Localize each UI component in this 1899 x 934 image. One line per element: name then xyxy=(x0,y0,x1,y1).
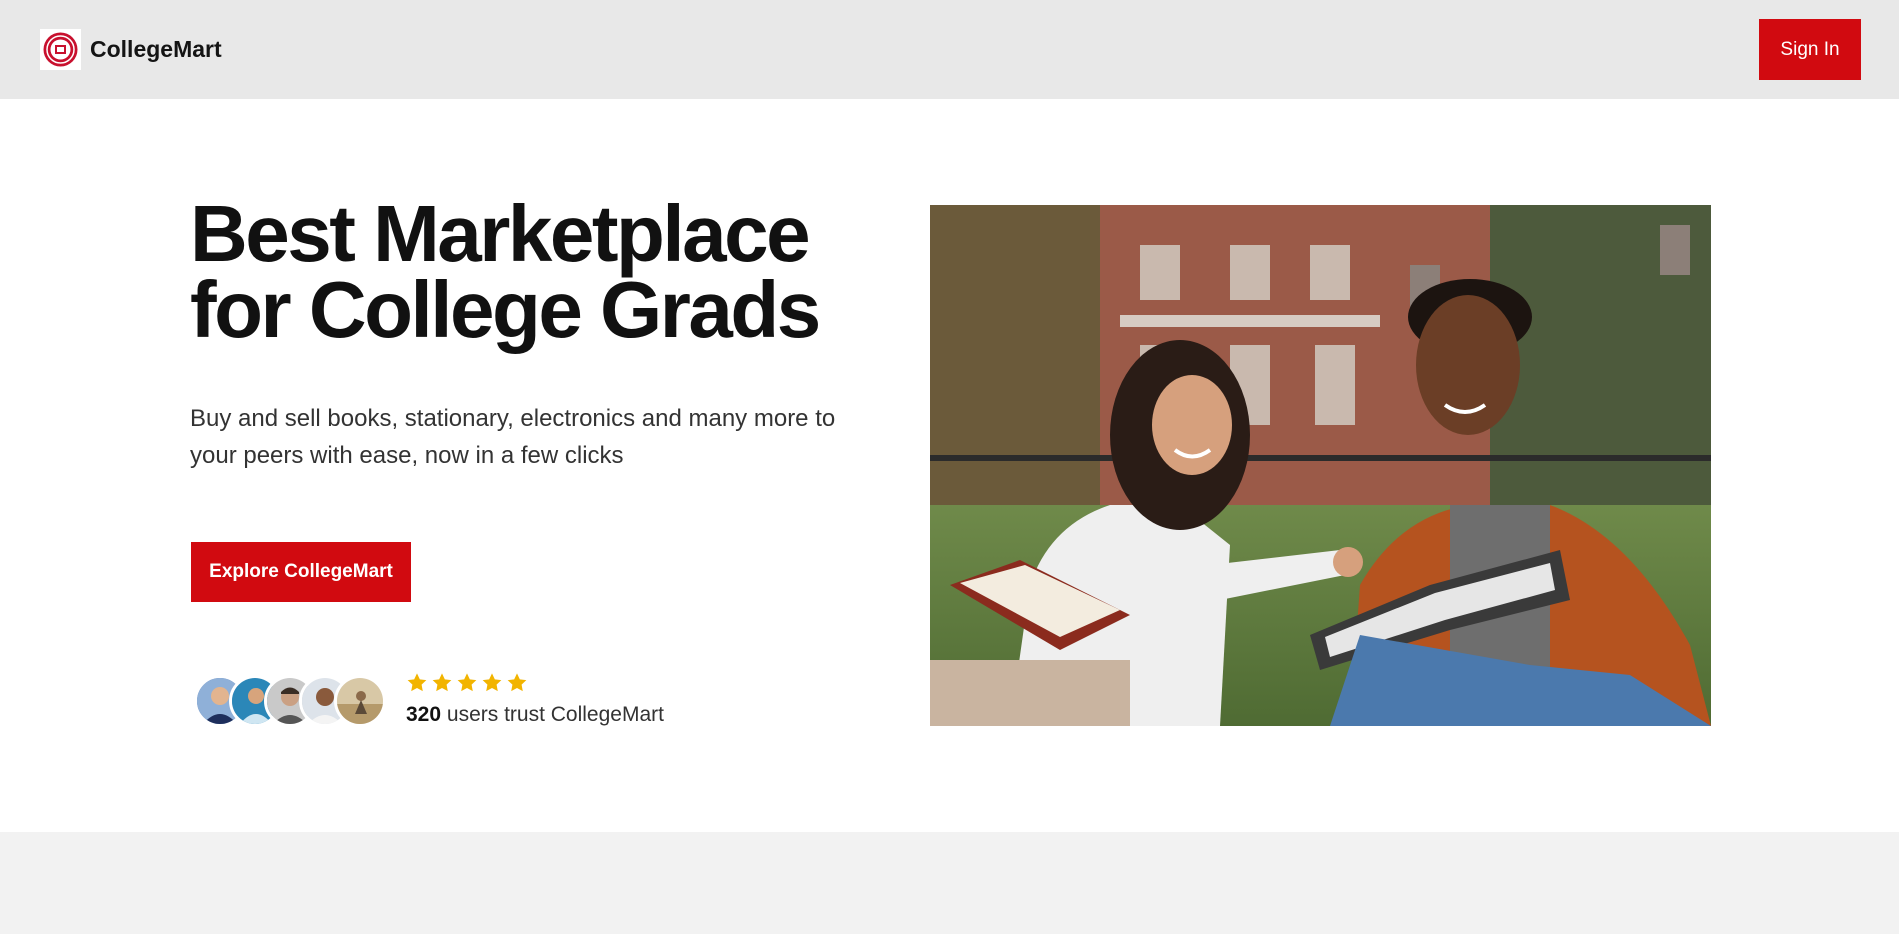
students-studying-photo xyxy=(930,205,1711,726)
hero-title: Best Marketplace for College Grads xyxy=(190,194,821,350)
explore-collegemart-button[interactable]: Explore CollegeMart xyxy=(191,542,411,602)
footer-band xyxy=(0,832,1899,934)
star-icon xyxy=(407,673,427,692)
star-icon xyxy=(457,673,477,692)
star-icon xyxy=(507,673,527,692)
college-seal-icon[interactable] xyxy=(40,29,81,70)
star-icon xyxy=(482,673,502,692)
hero-title-line-2: for College Grads xyxy=(190,265,821,354)
sign-in-button[interactable]: Sign In xyxy=(1759,19,1861,80)
user-count: 320 xyxy=(406,703,442,726)
trust-text: 320 users trust CollegeMart xyxy=(406,703,664,727)
hero-description: Buy and sell books, stationary, electron… xyxy=(190,405,836,469)
trust-label: users trust CollegeMart xyxy=(446,703,664,726)
star-icon xyxy=(432,673,452,692)
brand-name[interactable]: CollegeMart xyxy=(90,36,222,63)
navbar: CollegeMart Sign In xyxy=(0,0,1899,99)
rating-stars xyxy=(406,672,528,694)
avatar xyxy=(334,675,386,727)
